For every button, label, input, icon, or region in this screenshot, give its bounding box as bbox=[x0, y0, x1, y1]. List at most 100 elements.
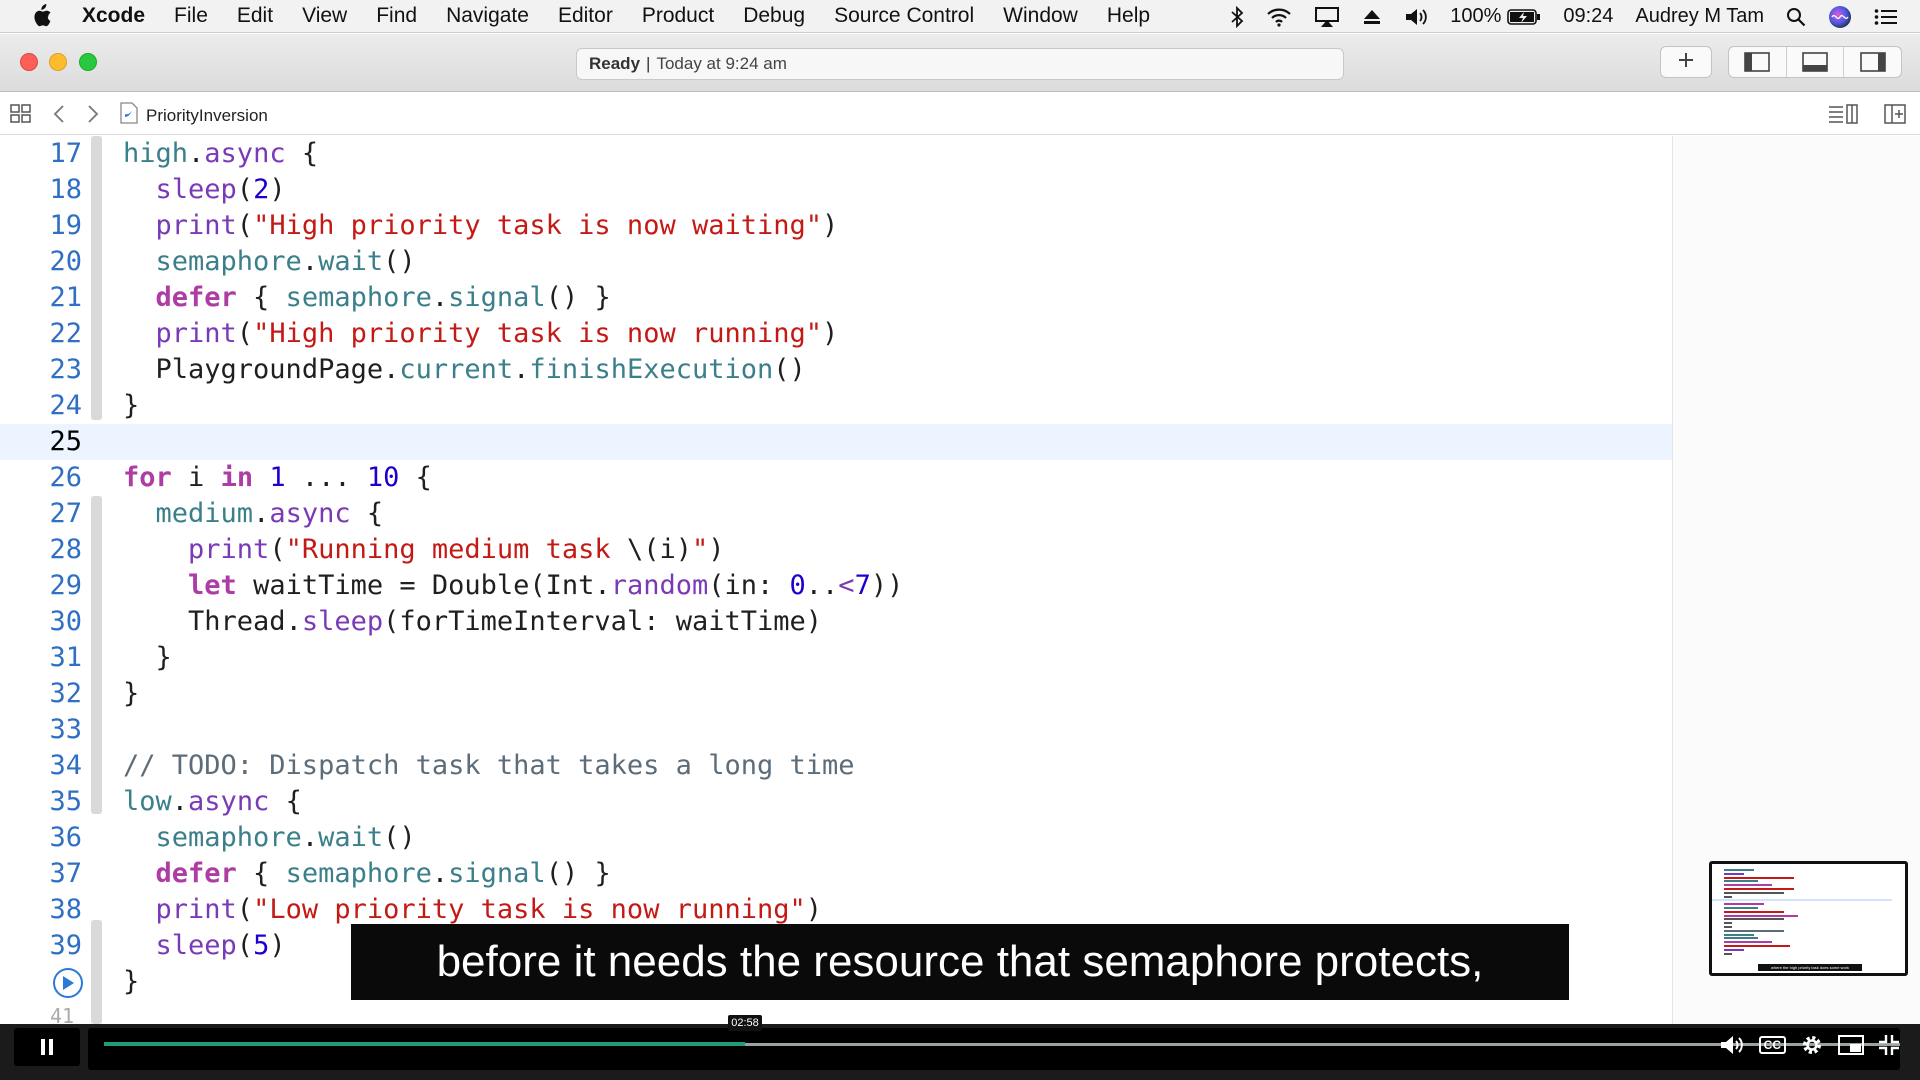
toggle-debug-area-button[interactable] bbox=[1787, 47, 1845, 77]
code-text[interactable]: print("Low priority task is now running"… bbox=[123, 892, 823, 928]
code-line[interactable]: 32} bbox=[0, 676, 1672, 712]
line-number[interactable]: 18 bbox=[0, 172, 82, 208]
code-line[interactable]: 27 medium.async { bbox=[0, 496, 1672, 532]
line-number[interactable]: 25 bbox=[0, 424, 82, 460]
code-text[interactable]: defer { semaphore.signal() } bbox=[123, 856, 611, 892]
code-line[interactable]: 31 } bbox=[0, 640, 1672, 676]
battery-icon[interactable] bbox=[1507, 8, 1541, 26]
close-window-button[interactable] bbox=[20, 53, 38, 71]
code-text[interactable]: sleep(5) bbox=[123, 928, 286, 964]
menu-debug[interactable]: Debug bbox=[743, 4, 805, 28]
line-number[interactable]: 24 bbox=[0, 388, 82, 424]
code-line[interactable]: 35 low.async { bbox=[0, 784, 1672, 820]
line-number[interactable]: 32 bbox=[0, 676, 82, 712]
minimize-window-button[interactable] bbox=[49, 53, 67, 71]
line-number[interactable]: 38 bbox=[0, 892, 82, 928]
line-number[interactable]: 30 bbox=[0, 604, 82, 640]
menu-find[interactable]: Find bbox=[376, 4, 417, 28]
library-button[interactable] bbox=[1660, 46, 1712, 78]
code-text[interactable]: sleep(2) bbox=[123, 172, 286, 208]
code-text[interactable]: // TODO: Dispatch task that takes a long… bbox=[123, 748, 855, 784]
apple-icon[interactable] bbox=[30, 4, 60, 28]
code-line[interactable]: 25 bbox=[0, 424, 1672, 460]
code-line[interactable]: 30 Thread.sleep(forTimeInterval: waitTim… bbox=[0, 604, 1672, 640]
code-text[interactable]: } bbox=[123, 964, 139, 1000]
line-number[interactable]: 23 bbox=[0, 352, 82, 388]
line-number[interactable]: 29 bbox=[0, 568, 82, 604]
line-number[interactable]: 37 bbox=[0, 856, 82, 892]
code-line[interactable]: 17 high.async { bbox=[0, 136, 1672, 172]
code-text[interactable]: for i in 1 ... 10 { bbox=[123, 460, 432, 496]
settings-gear-icon[interactable] bbox=[1800, 1033, 1824, 1057]
volume-icon[interactable] bbox=[1719, 1034, 1745, 1056]
code-text[interactable]: high.async { bbox=[123, 136, 318, 172]
line-number[interactable]: 28 bbox=[0, 532, 82, 568]
code-text[interactable]: medium.async { bbox=[123, 496, 384, 532]
menu-source-control[interactable]: Source Control bbox=[834, 4, 974, 28]
line-number[interactable]: 21 bbox=[0, 280, 82, 316]
menu-edit[interactable]: Edit bbox=[237, 4, 273, 28]
menu-window[interactable]: Window bbox=[1003, 4, 1078, 28]
user-name[interactable]: Audrey M Tam bbox=[1635, 5, 1764, 28]
code-text[interactable]: } bbox=[123, 676, 139, 712]
source-editor[interactable]: 17 high.async {18 sleep(2) 19 print("High … bbox=[0, 136, 1672, 1024]
line-number[interactable]: 19 bbox=[0, 208, 82, 244]
airplay-icon[interactable] bbox=[1314, 6, 1340, 28]
bluetooth-icon[interactable] bbox=[1230, 5, 1244, 28]
code-text[interactable]: semaphore.wait() bbox=[123, 244, 416, 280]
code-text[interactable]: let waitTime = Double(Int.random(in: 0..… bbox=[123, 568, 903, 604]
code-text[interactable]: low.async { bbox=[123, 784, 302, 820]
code-line[interactable]: 21 defer { semaphore.signal() } bbox=[0, 280, 1672, 316]
line-number[interactable]: 20 bbox=[0, 244, 82, 280]
code-text[interactable]: semaphore.wait() bbox=[123, 820, 416, 856]
list-icon[interactable] bbox=[1874, 8, 1898, 26]
code-line[interactable]: 36 semaphore.wait() bbox=[0, 820, 1672, 856]
editor-options-icon[interactable] bbox=[1828, 104, 1858, 124]
code-text[interactable]: defer { semaphore.signal() } bbox=[123, 280, 611, 316]
menu-clock[interactable]: 09:24 bbox=[1563, 5, 1613, 28]
run-playground-button[interactable] bbox=[53, 968, 83, 998]
line-number[interactable]: 39 bbox=[0, 928, 82, 964]
code-line[interactable]: 22 print("High priority task is now runn… bbox=[0, 316, 1672, 352]
back-chevron-icon[interactable] bbox=[52, 104, 66, 124]
code-line[interactable]: 29 let waitTime = Double(Int.random(in: … bbox=[0, 568, 1672, 604]
code-line[interactable]: 26 for i in 1 ... 10 { bbox=[0, 460, 1672, 496]
video-thumbnail[interactable]: where the high priority task does some w… bbox=[1709, 861, 1908, 976]
line-number[interactable]: 33 bbox=[0, 712, 82, 748]
breadcrumb[interactable]: PriorityInversion bbox=[120, 102, 268, 129]
line-number[interactable]: 31 bbox=[0, 640, 82, 676]
line-number[interactable]: 36 bbox=[0, 820, 82, 856]
code-text[interactable]: print("High priority task is now running… bbox=[123, 316, 839, 352]
code-line[interactable]: 23 PlaygroundPage.current.finishExecutio… bbox=[0, 352, 1672, 388]
code-line[interactable]: 33 bbox=[0, 712, 1672, 748]
toggle-inspector-button[interactable] bbox=[1844, 47, 1901, 77]
code-line[interactable]: 18 sleep(2) bbox=[0, 172, 1672, 208]
code-line[interactable]: 20 semaphore.wait() bbox=[0, 244, 1672, 280]
eject-icon[interactable] bbox=[1362, 8, 1382, 26]
line-number[interactable]: 22 bbox=[0, 316, 82, 352]
zoom-window-button[interactable] bbox=[79, 53, 97, 71]
code-line[interactable]: 28 print("Running medium task \(i)") bbox=[0, 532, 1672, 568]
menu-view[interactable]: View bbox=[302, 4, 347, 28]
add-editor-icon[interactable] bbox=[1884, 104, 1906, 124]
line-number[interactable]: 34 bbox=[0, 748, 82, 784]
wifi-icon[interactable] bbox=[1266, 7, 1292, 27]
code-text[interactable]: PlaygroundPage.current.finishExecution() bbox=[123, 352, 806, 388]
code-line[interactable]: 38 print("Low priority task is now runni… bbox=[0, 892, 1672, 928]
menu-navigate[interactable]: Navigate bbox=[446, 4, 529, 28]
menu-product[interactable]: Product bbox=[642, 4, 714, 28]
code-text[interactable]: print("High priority task is now waiting… bbox=[123, 208, 839, 244]
exit-fullscreen-icon[interactable] bbox=[1878, 1034, 1900, 1056]
code-text[interactable]: } bbox=[123, 640, 172, 676]
search-icon[interactable] bbox=[1786, 7, 1806, 27]
line-number[interactable]: 17 bbox=[0, 136, 82, 172]
menu-editor[interactable]: Editor bbox=[558, 4, 613, 28]
code-text[interactable]: print("Running medium task \(i)") bbox=[123, 532, 724, 568]
toggle-navigator-button[interactable] bbox=[1729, 47, 1787, 77]
code-line[interactable]: 19 print("High priority task is now wait… bbox=[0, 208, 1672, 244]
app-menu[interactable]: Xcode bbox=[82, 4, 145, 28]
line-number[interactable]: 35 bbox=[0, 784, 82, 820]
code-line[interactable]: 34 // TODO: Dispatch task that takes a lo… bbox=[0, 748, 1672, 784]
picture-in-picture-icon[interactable] bbox=[1838, 1035, 1864, 1055]
line-number[interactable]: 26 bbox=[0, 460, 82, 496]
